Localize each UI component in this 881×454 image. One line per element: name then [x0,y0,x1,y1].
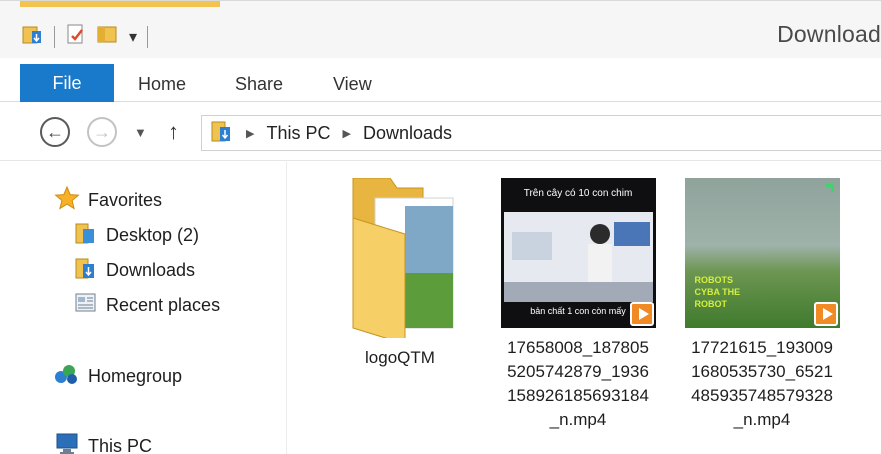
desktop-folder-icon [74,221,98,250]
file-name: logoQTM [365,348,435,367]
corner-mark-icon [825,184,834,192]
video-thumbnail: ROBOTS CYBA THE ROBOT [684,178,840,328]
properties-icon[interactable] [65,23,87,50]
back-button[interactable]: ← [40,117,70,147]
forward-arrow-icon: → [93,122,111,142]
nav-item-recent-places[interactable]: Recent places [74,291,220,320]
thumbnail-caption: Trên cây có 10 con chim [523,188,633,199]
file-item-video[interactable]: Trên cây có 10 con chim bản chất 1 con c… [494,178,662,432]
tab-home[interactable]: Home [138,66,186,102]
nav-item-label: Recent places [106,295,221,315]
file-list: logoQTM Trên cây có 10 con chim bản chất… [288,162,881,454]
tab-file[interactable]: File [20,64,114,102]
navigation-pane: Favorites Desktop (2) Downloads Recent p… [0,162,287,454]
folder-down-icon[interactable] [22,23,44,50]
new-folder-icon[interactable] [97,23,119,50]
breadcrumb-this-pc[interactable]: This PC [266,123,330,144]
file-name: 17721615_193009 1680535730_6521 48593574… [691,338,833,429]
qat-separator [147,25,149,48]
tab-view[interactable]: View [333,66,372,102]
downloads-folder-icon [74,256,98,285]
breadcrumb-chevron-icon[interactable]: ▶ [342,127,350,140]
thumbnail-overlay-text: ROBOTS CYBA THE ROBOT [694,275,741,309]
nav-item-desktop[interactable]: Desktop (2) [74,221,199,250]
nav-favorites[interactable]: Favorites [54,185,163,215]
qat-dropdown-icon[interactable]: ▾ [129,27,137,47]
play-icon [813,302,838,326]
window-title: Download [777,21,881,47]
address-bar[interactable]: ▶ This PC ▶ Downloads [201,115,881,151]
video-thumbnail: Trên cây có 10 con chim bản chất 1 con c… [500,178,656,328]
nav-this-pc-label: This PC [88,436,153,454]
computer-icon [54,432,80,454]
tab-share[interactable]: Share [235,66,283,102]
file-item-video[interactable]: ROBOTS CYBA THE ROBOT 17721615_193009 16… [678,178,846,432]
nav-item-label: Desktop (2) [106,225,200,245]
forward-button[interactable]: → [87,117,117,147]
nav-item-label: Downloads [106,260,196,280]
play-icon [629,302,654,326]
folder-icon [335,177,465,345]
nav-homegroup-label: Homegroup [88,366,183,386]
title-bar: ▾ Download [0,0,881,58]
nav-item-downloads[interactable]: Downloads [74,256,195,285]
star-icon [54,185,80,215]
back-arrow-icon: ← [46,122,64,142]
title-accent [20,1,220,7]
homegroup-icon [54,362,80,391]
thumbnail-frame [503,212,653,302]
nav-favorites-label: Favorites [88,190,163,210]
file-name: 17658008_187805 5205742879_1936 15892618… [507,338,649,429]
ribbon-tabs: File Home Share View [0,58,881,102]
quick-access-toolbar: ▾ [22,23,149,50]
navigation-bar: ← → ▼ ↑ ▶ This PC ▶ Downloads [0,103,881,161]
file-item-folder[interactable]: logoQTM [316,177,484,370]
downloads-folder-icon [210,119,234,148]
nav-this-pc[interactable]: This PC [54,432,152,454]
breadcrumb-chevron-icon[interactable]: ▶ [246,127,254,140]
up-one-level-button[interactable]: ↑ [168,119,179,145]
nav-homegroup[interactable]: Homegroup [54,362,182,391]
qat-separator [54,25,55,48]
recent-places-icon [74,291,98,320]
breadcrumb-downloads[interactable]: Downloads [363,123,452,144]
recent-locations-dropdown-icon[interactable]: ▼ [134,125,147,140]
